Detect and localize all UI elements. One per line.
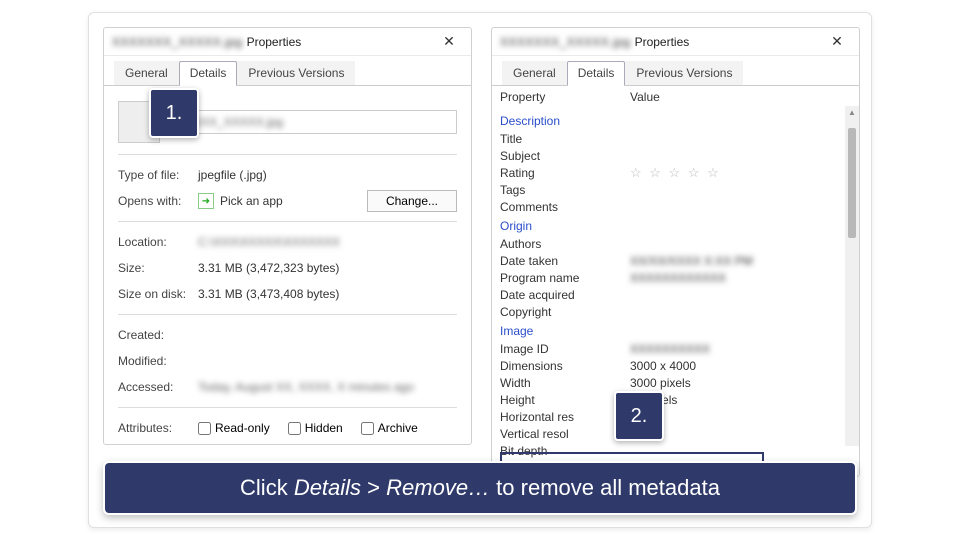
prop-hres: Horizontal res	[500, 410, 630, 424]
section-origin: Origin	[500, 219, 839, 233]
prop-rating: Rating	[500, 166, 630, 180]
callout-2: 2.	[614, 391, 664, 441]
value-size: 3.31 MB (3,472,323 bytes)	[198, 261, 339, 275]
prop-width: Width	[500, 376, 630, 390]
label-attributes: Attributes:	[118, 421, 198, 435]
titlebar-left: XXXXXXX_XXXXX.jpg Properties ✕	[104, 28, 471, 56]
properties-dialog-details: XXXXXXX_XXXXX.jpg Properties ✕ General D…	[491, 27, 860, 477]
header-property: Property	[500, 90, 630, 104]
tutorial-stage: XXXXXXX_XXXXX.jpg Properties ✕ General D…	[88, 12, 872, 528]
label-created: Created:	[118, 328, 198, 342]
prop-title: Title	[500, 132, 630, 146]
caption-bar: Click Details > Remove… to remove all me…	[103, 461, 857, 515]
title-suffix: Properties	[247, 35, 435, 49]
details-list: Description Title Subject Rating☆ ☆ ☆ ☆ …	[492, 106, 845, 446]
tab-previous-versions[interactable]: Previous Versions	[237, 61, 355, 85]
label-accessed: Accessed:	[118, 380, 198, 394]
tabs-left: General Details Previous Versions	[104, 56, 471, 86]
titlebar-right: XXXXXXX_XXXXX.jpg Properties ✕	[492, 28, 859, 56]
value-location: C:\XXX\XXXXX\XXXXXXX	[198, 235, 340, 249]
app-icon: ➜	[198, 193, 214, 209]
value-size-on-disk: 3.31 MB (3,473,408 bytes)	[198, 287, 339, 301]
filename-field[interactable]: XXXXX_XXXXX.jpg	[170, 110, 457, 134]
tab-previous-versions[interactable]: Previous Versions	[625, 61, 743, 85]
tab-details[interactable]: Details	[179, 61, 238, 86]
prop-date-acquired: Date acquired	[500, 288, 630, 302]
prop-tags: Tags	[500, 183, 630, 197]
header-value: Value	[630, 90, 660, 104]
prop-height: Height	[500, 393, 630, 407]
scroll-up-icon[interactable]: ▲	[848, 108, 856, 122]
details-header: Property Value	[492, 86, 859, 106]
value-dimensions: 3000 x 4000	[630, 359, 696, 373]
prop-authors: Authors	[500, 237, 630, 251]
checkbox-hidden[interactable]: Hidden	[288, 421, 343, 435]
tab-details[interactable]: Details	[567, 61, 626, 86]
label-size-on-disk: Size on disk:	[118, 287, 198, 301]
label-modified: Modified:	[118, 354, 198, 368]
section-description: Description	[500, 114, 839, 128]
scroll-thumb[interactable]	[848, 128, 856, 238]
prop-program-name: Program name	[500, 271, 630, 285]
section-image: Image	[500, 324, 839, 338]
close-icon[interactable]: ✕	[823, 32, 851, 52]
prop-comments: Comments	[500, 200, 630, 214]
title-suffix: Properties	[635, 35, 823, 49]
checkbox-readonly[interactable]: Read-only	[198, 421, 270, 435]
value-accessed: Today, August XX, XXXX, X minutes ago	[198, 380, 414, 394]
prop-image-id: Image ID	[500, 342, 630, 356]
prop-date-taken: Date taken	[500, 254, 630, 268]
label-size: Size:	[118, 261, 198, 275]
callout-1: 1.	[149, 88, 199, 138]
value-width: 3000 pixels	[630, 376, 691, 390]
rating-stars-icon[interactable]: ☆ ☆ ☆ ☆ ☆	[630, 165, 721, 181]
general-body: XXXXX_XXXXX.jpg Type of file: jpegfile (…	[104, 86, 471, 454]
prop-vres: Vertical resol	[500, 427, 630, 441]
close-icon[interactable]: ✕	[435, 32, 463, 52]
label-location: Location:	[118, 235, 198, 249]
checkbox-archive[interactable]: Archive	[361, 421, 418, 435]
value-type-of-file: jpegfile (.jpg)	[198, 168, 267, 182]
tabs-right: General Details Previous Versions	[492, 56, 859, 86]
filename-blurred: XXXXXXX_XXXXX.jpg	[112, 35, 243, 49]
change-button[interactable]: Change...	[367, 190, 457, 212]
prop-copyright: Copyright	[500, 305, 630, 319]
label-type-of-file: Type of file:	[118, 168, 198, 182]
prop-subject: Subject	[500, 149, 630, 163]
prop-dimensions: Dimensions	[500, 359, 630, 373]
value-opens-with: Pick an app	[220, 194, 283, 208]
scrollbar[interactable]: ▲	[845, 106, 859, 446]
label-opens-with: Opens with:	[118, 194, 198, 208]
tab-general[interactable]: General	[114, 61, 179, 85]
filename-blurred: XXXXXXX_XXXXX.jpg	[500, 35, 631, 49]
tab-general[interactable]: General	[502, 61, 567, 85]
